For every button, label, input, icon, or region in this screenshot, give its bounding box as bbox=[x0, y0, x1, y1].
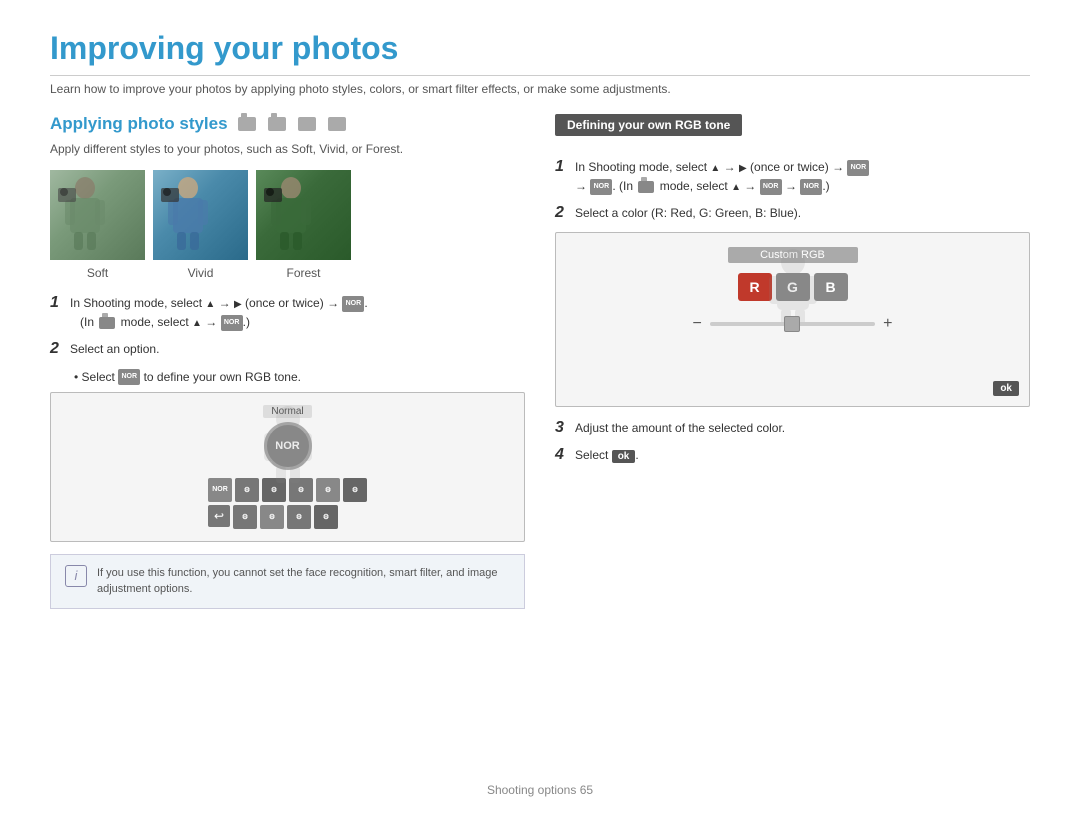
slider-track bbox=[710, 322, 875, 326]
photo-forest bbox=[256, 170, 351, 260]
page-container: Improving your photos Learn how to impro… bbox=[0, 0, 1080, 815]
step-r2-num: 2 bbox=[555, 204, 569, 222]
label-soft: Soft bbox=[50, 266, 145, 280]
step-1-text: In Shooting mode, select ▲ → ▶ (once or … bbox=[70, 294, 368, 332]
step-r4-num: 4 bbox=[555, 446, 569, 464]
step-1-right: 1 In Shooting mode, select ▲ → ▶ (once o… bbox=[555, 158, 1030, 196]
step-2-text: Select an option. bbox=[70, 340, 159, 359]
section-title-applying: Applying photo styles bbox=[50, 114, 525, 134]
person-vivid-svg bbox=[153, 170, 223, 250]
person-forest-svg bbox=[256, 170, 326, 250]
slider-thumb[interactable] bbox=[784, 316, 800, 332]
step-r3-text: Adjust the amount of the selected color. bbox=[575, 419, 785, 438]
rgb-preview-box: Custom RGB R G B − + ok bbox=[555, 232, 1030, 407]
two-column-layout: Applying photo styles Apply different st… bbox=[50, 114, 1030, 609]
info-box: i If you use this function, you cannot s… bbox=[50, 554, 525, 609]
bullet-rgb: • Select NOR to define your own RGB tone… bbox=[50, 368, 525, 386]
step-r4-text: Select ok. bbox=[575, 446, 639, 465]
slider-minus-icon: − bbox=[693, 315, 702, 333]
ok-button[interactable]: ok bbox=[993, 381, 1019, 396]
photo-examples-row bbox=[50, 170, 525, 260]
step-1-left: 1 In Shooting mode, select ▲ → ▶ (once o… bbox=[50, 294, 525, 332]
nor-icon-r1: NOR bbox=[847, 160, 869, 176]
mini-icon-8: ⚙ bbox=[287, 505, 311, 529]
page-title: Improving your photos bbox=[50, 30, 1030, 76]
left-column: Applying photo styles Apply different st… bbox=[50, 114, 525, 609]
scene-icon bbox=[328, 117, 346, 131]
mini-icon-nor: NOR bbox=[208, 478, 232, 502]
camera-ui-preview: Normal NOR NOR ⚙ ⚙ ⚙ ⚙ ⚙ ↩ bbox=[50, 392, 525, 542]
cam-icon-r1 bbox=[638, 181, 654, 193]
nor-icon-r1c: NOR bbox=[760, 179, 782, 195]
page-footer: Shooting options 65 bbox=[0, 783, 1080, 797]
section-title-text: Applying photo styles bbox=[50, 114, 228, 134]
nor-bullet-icon: NOR bbox=[118, 369, 140, 385]
nor-icon-inline: NOR bbox=[221, 315, 243, 331]
camera-icon-1 bbox=[238, 117, 256, 131]
step-r3-num: 3 bbox=[555, 419, 569, 437]
info-icon: i bbox=[65, 565, 87, 587]
back-button[interactable]: ↩ bbox=[208, 505, 230, 527]
video-icon bbox=[298, 117, 316, 131]
nor-icon-step1: NOR bbox=[342, 296, 364, 312]
section-description: Apply different styles to your photos, s… bbox=[50, 140, 525, 158]
step-r2-text: Select a color (R: Red, G: Green, B: Blu… bbox=[575, 204, 801, 223]
label-vivid: Vivid bbox=[153, 266, 248, 280]
cam-icon-inline bbox=[99, 317, 115, 329]
mini-icon-6: ⚙ bbox=[233, 505, 257, 529]
step-3-right: 3 Adjust the amount of the selected colo… bbox=[555, 419, 1030, 438]
photo-soft bbox=[50, 170, 145, 260]
page-subtitle: Learn how to improve your photos by appl… bbox=[50, 82, 1030, 96]
camera-icon-2 bbox=[268, 117, 286, 131]
photo-labels-row: Soft Vivid Forest bbox=[50, 266, 525, 280]
silhouette-bg bbox=[248, 403, 328, 488]
rgb-section-title: Defining your own RGB tone bbox=[555, 114, 742, 136]
right-column: Defining your own RGB tone 1 In Shooting… bbox=[555, 114, 1030, 609]
step-r1-text: In Shooting mode, select ▲ → ▶ (once or … bbox=[575, 158, 869, 196]
mini-icon-5: ⚙ bbox=[343, 478, 367, 502]
step-r1-num: 1 bbox=[555, 158, 569, 176]
color-slider[interactable]: − + bbox=[693, 315, 893, 333]
mini-icon-7: ⚙ bbox=[260, 505, 284, 529]
nor-icon-r1d: NOR bbox=[800, 179, 822, 195]
step-number-2: 2 bbox=[50, 340, 64, 358]
photo-vivid bbox=[153, 170, 248, 260]
step-number-1: 1 bbox=[50, 294, 64, 312]
step-2-right: 2 Select a color (R: Red, G: Green, B: B… bbox=[555, 204, 1030, 223]
person-soft-svg bbox=[50, 170, 120, 250]
icon-row-bottom: ↩ ⚙ ⚙ ⚙ ⚙ bbox=[208, 505, 367, 529]
ok-label-inline: ok bbox=[612, 450, 636, 463]
mini-icon-9: ⚙ bbox=[314, 505, 338, 529]
nor-icon-r1b: NOR bbox=[590, 179, 612, 195]
label-forest: Forest bbox=[256, 266, 351, 280]
rgb-section-title-wrap: Defining your own RGB tone bbox=[555, 114, 1030, 146]
info-text: If you use this function, you cannot set… bbox=[97, 565, 510, 598]
step-2-left: 2 Select an option. bbox=[50, 340, 525, 359]
step-4-right: 4 Select ok. bbox=[555, 446, 1030, 465]
slider-plus-icon: + bbox=[883, 315, 892, 333]
